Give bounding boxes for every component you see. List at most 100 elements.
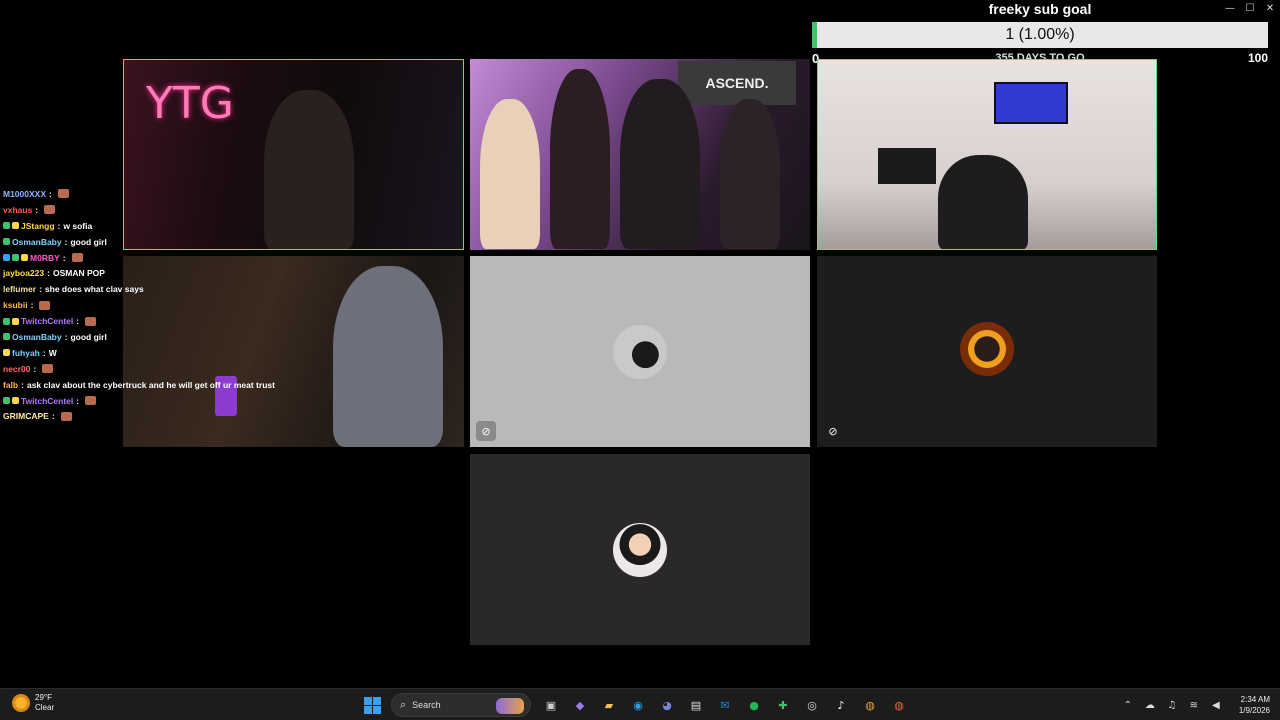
system-tray: ⌃ ☁ ♫ ≋ ◀ 2:34 AM 1/9/2026: [1121, 692, 1270, 718]
chat-message: jayboa223: OSMAN POP: [3, 265, 303, 281]
chat-username[interactable]: TwitchCentel: [21, 316, 73, 326]
guest-figure-4: [720, 99, 780, 249]
chat-username[interactable]: TwitchCentel: [21, 396, 73, 406]
chat-text: W: [48, 347, 57, 358]
chat-message: falb: ask clav about the cybertruck and h…: [3, 377, 303, 393]
chat-message: vxhaus:: [3, 202, 303, 218]
search-label: Search: [412, 700, 441, 710]
edge-icon[interactable]: ◉: [628, 695, 648, 715]
copilot-icon[interactable]: ◆: [570, 695, 590, 715]
sub-goal-max-label: 100: [1247, 51, 1268, 65]
chat-separator: :: [49, 188, 52, 199]
search-icon: ⌕: [400, 698, 407, 711]
chat-text: she does what clav says: [44, 284, 144, 295]
chat-badge-icon: [12, 317, 19, 325]
clock-date: 1/9/2026: [1238, 706, 1270, 715]
chat-separator: :: [64, 236, 68, 247]
obs-icon[interactable]: ◎: [802, 695, 822, 715]
participant-avatar: [613, 522, 667, 577]
chat-text: ask clav about the cybertruck and he wil…: [26, 379, 275, 390]
chat-username[interactable]: OsmanBaby: [12, 332, 62, 342]
chat-emote-icon: [60, 411, 72, 421]
weather-widget[interactable]: 29°F Clear: [12, 693, 54, 713]
start-icon[interactable]: [364, 696, 381, 714]
chat-separator: :: [51, 411, 55, 422]
cloud-icon[interactable]: ☁: [1143, 698, 1157, 712]
chat-emote-icon: [85, 396, 97, 406]
volume-icon[interactable]: ◀: [1209, 698, 1223, 712]
chat-username[interactable]: OsmanBaby: [12, 237, 62, 247]
taskbar: 29°F Clear ⌕ Search ▣ ◆ ▰ ◉ ◕ ▤ ✉ ● ✚ ◎ ♪ ◍ ◍ ⌃ ☁ ♫ ≋ ◀ …: [0, 688, 1280, 720]
chat-badge-icon: [12, 397, 19, 405]
wifi-icon[interactable]: ≋: [1187, 698, 1201, 712]
chrome-icon-2[interactable]: ◍: [889, 695, 909, 715]
chat-separator: :: [64, 331, 68, 342]
chat-emote-icon: [39, 300, 51, 310]
store-icon[interactable]: ▤: [686, 695, 706, 715]
chat-username[interactable]: falb: [3, 380, 18, 390]
chat-separator: :: [33, 363, 37, 374]
chat-badge-icon: [3, 397, 10, 405]
chat-username[interactable]: ksubii: [3, 300, 28, 310]
chat-text: good girl: [70, 236, 107, 247]
chat-username[interactable]: fuhyah: [12, 348, 40, 358]
camera-off-icon: ⊘: [828, 424, 838, 438]
tiktok-icon[interactable]: ♪: [831, 695, 851, 715]
chat-badge-icon: [21, 254, 28, 261]
chat-message: TwitchCentel:: [3, 393, 303, 409]
outlook-icon[interactable]: ✉: [715, 695, 735, 715]
chat-separator: :: [21, 379, 24, 390]
chat-username[interactable]: vxhaus: [3, 205, 32, 215]
chat-username[interactable]: jayboa223: [3, 268, 44, 278]
chevron-up-icon[interactable]: ⌃: [1121, 698, 1135, 712]
chat-badge-icon: [3, 254, 10, 261]
clock[interactable]: 2:34 AM 1/9/2026: [1239, 694, 1270, 716]
chrome-icon[interactable]: ◍: [860, 695, 880, 715]
chat-username[interactable]: necr00: [3, 364, 30, 374]
chat-separator: :: [30, 300, 34, 311]
participant-tile-3[interactable]: [470, 454, 810, 645]
spotify-icon[interactable]: ●: [744, 695, 764, 715]
sub-goal-widget: freeky sub goal 1 (1.00%) 0 355 DAYS TO …: [812, 0, 1268, 68]
chat-overlay: M1000XXX: vxhaus: JStangg: w sofia OsmanBaby…: [3, 186, 303, 424]
file-explorer-icon[interactable]: ▰: [599, 695, 619, 715]
participant-tile-2[interactable]: ⊘: [817, 256, 1157, 447]
chat-message: fuhyah: W: [3, 345, 303, 361]
chat-text: good girl: [70, 331, 107, 342]
stream-tile-ascend[interactable]: ASCEND.: [470, 59, 810, 250]
chat-emote-icon: [44, 205, 56, 215]
taskbar-search[interactable]: ⌕ Search: [391, 693, 531, 717]
guest-figure-3: [620, 79, 700, 249]
participant-tile-1[interactable]: ⊘: [470, 256, 810, 447]
chat-badge-icon: [3, 222, 10, 230]
chat-message: leflumer: she does what clav says: [3, 281, 303, 297]
chat-separator: :: [47, 268, 50, 279]
chat-separator: :: [39, 284, 42, 295]
chat-badge-icon: [12, 222, 19, 230]
microphone-icon[interactable]: ♫: [1165, 698, 1179, 712]
app-icon-1[interactable]: ✚: [773, 695, 793, 715]
chat-emote-icon: [42, 364, 54, 374]
chat-username[interactable]: JStangg: [21, 221, 55, 231]
chat-message: OsmanBaby: good girl: [3, 234, 303, 250]
weather-description: Clear: [35, 703, 55, 712]
sub-goal-progress-text: 1 (1.00%): [1005, 26, 1075, 43]
discord-icon[interactable]: ◕: [657, 695, 677, 715]
task-view-icon[interactable]: ▣: [541, 695, 561, 715]
chat-message: necr00:: [3, 361, 303, 377]
chat-message: ksubii:: [3, 297, 303, 313]
chat-username[interactable]: GRIMCAPE: [3, 411, 49, 421]
chat-username[interactable]: leflumer: [3, 284, 36, 294]
chat-emote-icon: [85, 316, 97, 326]
streamer-figure: [333, 266, 443, 447]
chat-separator: :: [62, 252, 66, 263]
wall-sign: [878, 148, 936, 184]
taskbar-apps: ⌕ Search ▣ ◆ ▰ ◉ ◕ ▤ ✉ ● ✚ ◎ ♪ ◍ ◍: [364, 692, 918, 718]
chat-username[interactable]: M1000XXX: [3, 189, 46, 199]
chat-badge-icon: [3, 333, 10, 341]
guest-figure-1: [480, 99, 540, 249]
participant-avatar: [957, 321, 1017, 382]
stream-tile-room[interactable]: [817, 59, 1157, 250]
chat-emote-icon: [57, 189, 69, 199]
chat-username[interactable]: M0RBY: [30, 253, 60, 263]
